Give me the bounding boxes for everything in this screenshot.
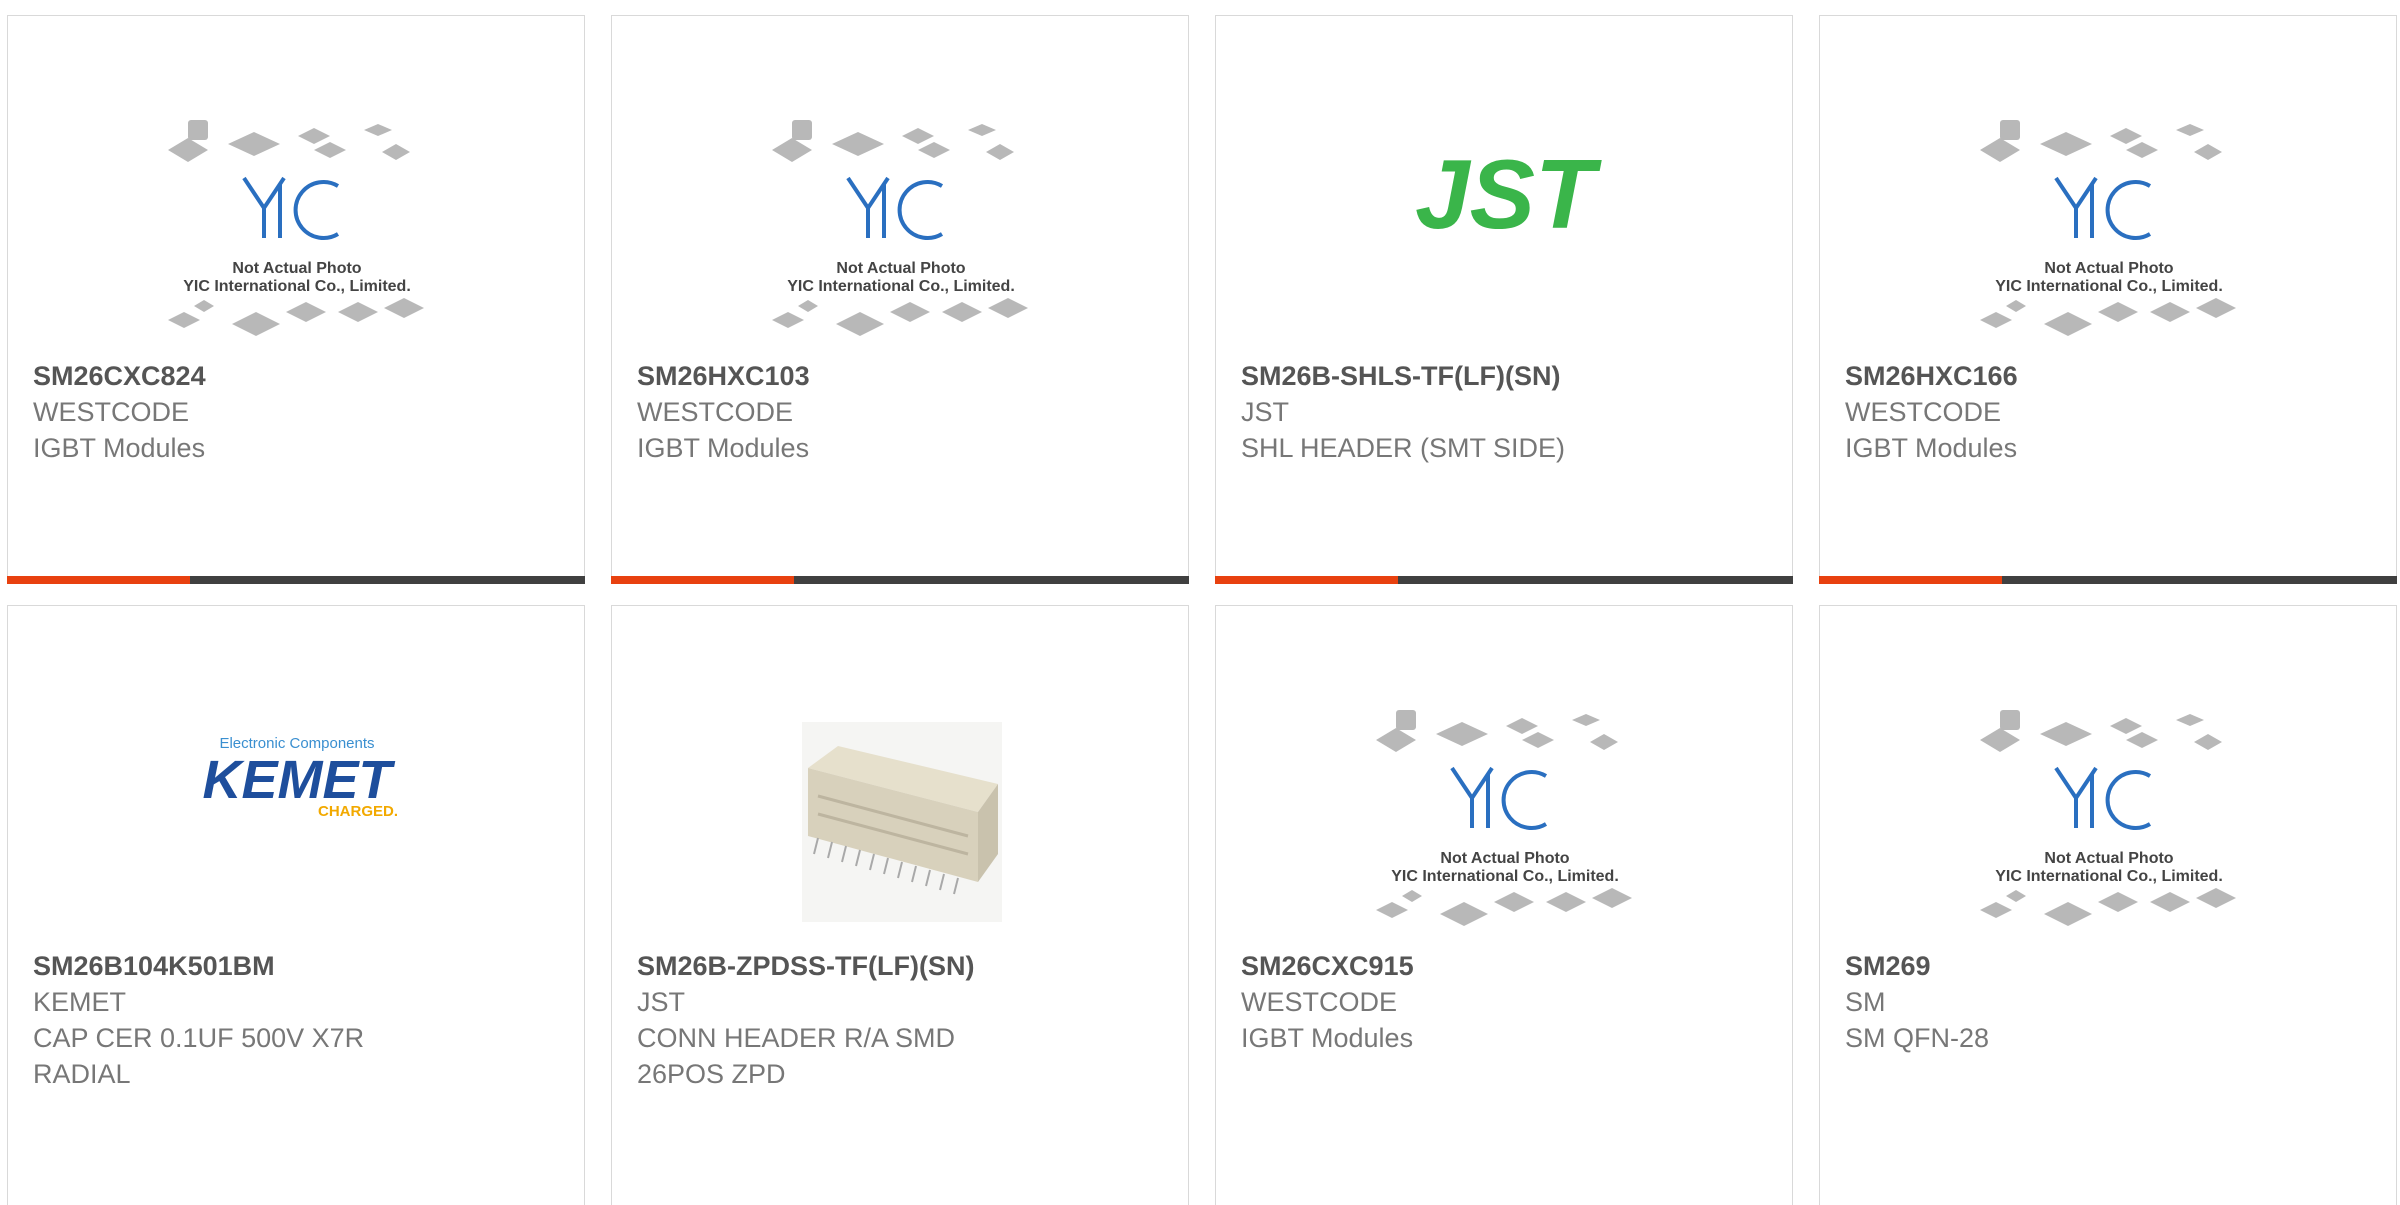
product-image[interactable]: Not Actual Photo YIC International Co., … xyxy=(612,86,1188,356)
svg-text:CHARGED.: CHARGED. xyxy=(318,803,398,820)
product-description: IGBT Modules xyxy=(1241,1023,1414,1053)
card-footer-bar xyxy=(1215,576,1793,584)
product-description: CAP CER 0.1UF 500V X7R RADIAL xyxy=(33,1023,365,1089)
card-footer-bar xyxy=(7,576,585,584)
placeholder-line2: YIC International Co., Limited. xyxy=(787,278,1015,295)
product-part-number[interactable]: SM26B-ZPDSS-TF(LF)(SN) xyxy=(637,948,1168,984)
product-description: IGBT Modules xyxy=(1845,433,2018,463)
product-manufacturer: WESTCODE xyxy=(1241,987,1398,1017)
placeholder-line2: YIC International Co., Limited. xyxy=(183,278,411,295)
product-description: IGBT Modules xyxy=(637,433,810,463)
yic-placeholder-icon: Not Actual Photo YIC International Co., … xyxy=(1980,120,2236,336)
placeholder-line1: Not Actual Photo xyxy=(836,260,965,277)
product-manufacturer: WESTCODE xyxy=(33,397,190,427)
product-manufacturer: WESTCODE xyxy=(1845,397,2002,427)
yic-placeholder-icon: Not Actual Photo YIC International Co., … xyxy=(1980,710,2236,926)
product-card[interactable]: Not Actual Photo YIC International Co., … xyxy=(1819,15,2397,584)
yic-placeholder-icon: Not Actual Photo YIC International Co., … xyxy=(772,120,1028,336)
product-image[interactable]: Not Actual Photo YIC International Co., … xyxy=(1820,676,2396,946)
product-part-number[interactable]: SM26B104K501BM xyxy=(33,948,564,984)
product-card[interactable]: Not Actual Photo YIC International Co., … xyxy=(1819,605,2397,1205)
product-part-number[interactable]: SM26CXC915 xyxy=(1241,948,1772,984)
product-description: SHL HEADER (SMT SIDE) xyxy=(1241,433,1566,463)
placeholder-line2: YIC International Co., Limited. xyxy=(1995,278,2223,295)
product-image[interactable] xyxy=(612,676,1188,946)
product-description: SM QFN-28 xyxy=(1845,1023,1990,1053)
product-part-number[interactable]: SM269 xyxy=(1845,948,2376,984)
product-part-number[interactable]: SM26HXC103 xyxy=(637,358,1168,394)
product-card[interactable]: Electronic Components KEMET CHARGED. SM2… xyxy=(7,605,585,1205)
jst-logo-icon: JST xyxy=(1415,139,1602,249)
product-manufacturer: KEMET xyxy=(33,987,127,1017)
product-card[interactable]: Not Actual Photo YIC International Co., … xyxy=(611,15,1189,584)
product-card[interactable]: SM26B-ZPDSS-TF(LF)(SN) JST CONN HEADER R… xyxy=(611,605,1189,1205)
placeholder-line2: YIC International Co., Limited. xyxy=(1995,868,2223,885)
card-footer-bar xyxy=(1819,576,2397,584)
placeholder-line2: YIC International Co., Limited. xyxy=(1391,868,1619,885)
product-card[interactable]: JST SM26B-SHLS-TF(LF)(SN) JST SHL HEADER… xyxy=(1215,15,1793,584)
yic-placeholder-icon: Not Actual Photo YIC International Co., … xyxy=(1376,710,1632,926)
product-part-number[interactable]: SM26B-SHLS-TF(LF)(SN) xyxy=(1241,358,1772,394)
product-description: IGBT Modules xyxy=(33,433,206,463)
yic-placeholder-icon: Not Actual Photo YIC International Co., … xyxy=(168,120,424,336)
product-image[interactable]: Not Actual Photo YIC International Co., … xyxy=(1820,86,2396,356)
svg-text:KEMET: KEMET xyxy=(203,750,396,810)
kemet-logo-icon: Electronic Components KEMET CHARGED. xyxy=(203,735,399,820)
card-footer-bar xyxy=(611,576,1189,584)
product-manufacturer: WESTCODE xyxy=(637,397,794,427)
product-part-number[interactable]: SM26CXC824 xyxy=(33,358,564,394)
product-description: CONN HEADER R/A SMD 26POS ZPD xyxy=(637,1023,956,1089)
product-image[interactable]: Not Actual Photo YIC International Co., … xyxy=(1216,676,1792,946)
placeholder-line1: Not Actual Photo xyxy=(1440,850,1569,867)
product-image[interactable]: Electronic Components KEMET CHARGED. xyxy=(8,676,584,946)
product-manufacturer: JST xyxy=(1241,397,1290,427)
product-image[interactable]: Not Actual Photo YIC International Co., … xyxy=(8,86,584,356)
product-card[interactable]: Not Actual Photo YIC International Co., … xyxy=(1215,605,1793,1205)
svg-text:JST: JST xyxy=(1415,139,1602,249)
placeholder-line1: Not Actual Photo xyxy=(2044,260,2173,277)
placeholder-line1: Not Actual Photo xyxy=(232,260,361,277)
product-card[interactable]: Not Actual Photo YIC International Co., … xyxy=(7,15,585,584)
product-image[interactable]: JST xyxy=(1216,86,1792,356)
product-part-number[interactable]: SM26HXC166 xyxy=(1845,358,2376,394)
connector-photo-icon xyxy=(802,722,1002,922)
product-manufacturer: SM xyxy=(1845,987,1886,1017)
product-manufacturer: JST xyxy=(637,987,686,1017)
placeholder-line1: Not Actual Photo xyxy=(2044,850,2173,867)
